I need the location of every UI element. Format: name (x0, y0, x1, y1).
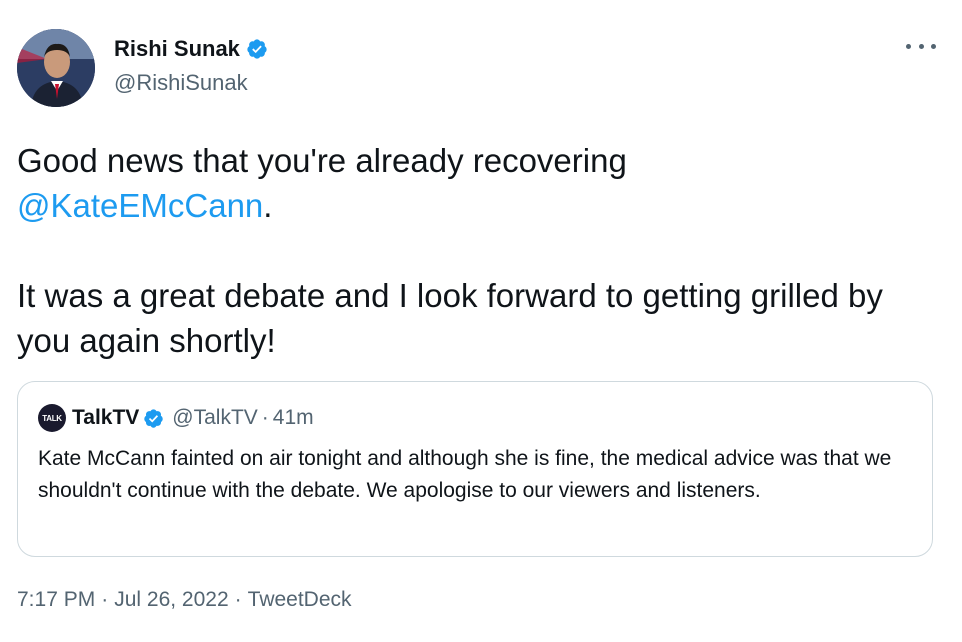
tweet-paragraph-1: Good news that you're already recovering… (17, 138, 917, 228)
tweet-timestamp-date[interactable]: Jul 26, 2022 (114, 588, 228, 611)
mention-suffix: . (263, 187, 273, 224)
more-options-icon (906, 43, 911, 49)
meta-separator: · (101, 588, 109, 611)
tweet-card: Rishi Sunak @RishiSunak Good news that y… (0, 0, 962, 642)
quoted-tweet-avatar[interactable]: TALK (38, 404, 66, 432)
tweet-line-1: Good news that you're already recovering (17, 142, 627, 179)
quoted-tweet-author-name[interactable]: TalkTV (72, 406, 139, 430)
author-name[interactable]: Rishi Sunak (114, 36, 268, 62)
tweet-text: Good news that you're already recovering… (17, 138, 917, 363)
verified-badge-icon (144, 408, 163, 428)
meta-separator: · (234, 588, 242, 611)
quoted-tweet-header: TALK TalkTV @TalkTV · 41m (38, 404, 314, 432)
mention-link[interactable]: @KateEMcCann (17, 187, 263, 224)
quoted-tweet-separator: · (261, 406, 269, 429)
quoted-tweet-handle[interactable]: @TalkTV (172, 406, 258, 430)
more-options-icon-dot (918, 43, 924, 49)
tweet-timestamp-time[interactable]: 7:17 PM (17, 588, 95, 611)
quoted-tweet-time[interactable]: 41m (273, 406, 314, 430)
author-avatar-image (17, 29, 95, 107)
author-avatar[interactable] (17, 29, 95, 107)
tweet-metadata: 7:17 PM · Jul 26, 2022 · TweetDeck (17, 588, 352, 612)
quoted-tweet-text: Kate McCann fainted on air tonight and a… (38, 447, 892, 502)
verified-badge-icon (247, 39, 267, 59)
quoted-tweet[interactable]: TALK TalkTV @TalkTV · 41m Kate McCann fa… (17, 381, 933, 557)
more-options-icon-dot (931, 43, 936, 49)
author-handle[interactable]: @RishiSunak (114, 70, 248, 96)
tweet-source-link[interactable]: TweetDeck (248, 588, 352, 611)
tweet-paragraph-2: It was a great debate and I look forward… (17, 277, 883, 359)
more-options-button[interactable] (906, 36, 936, 56)
author-name-text[interactable]: Rishi Sunak (114, 36, 240, 62)
